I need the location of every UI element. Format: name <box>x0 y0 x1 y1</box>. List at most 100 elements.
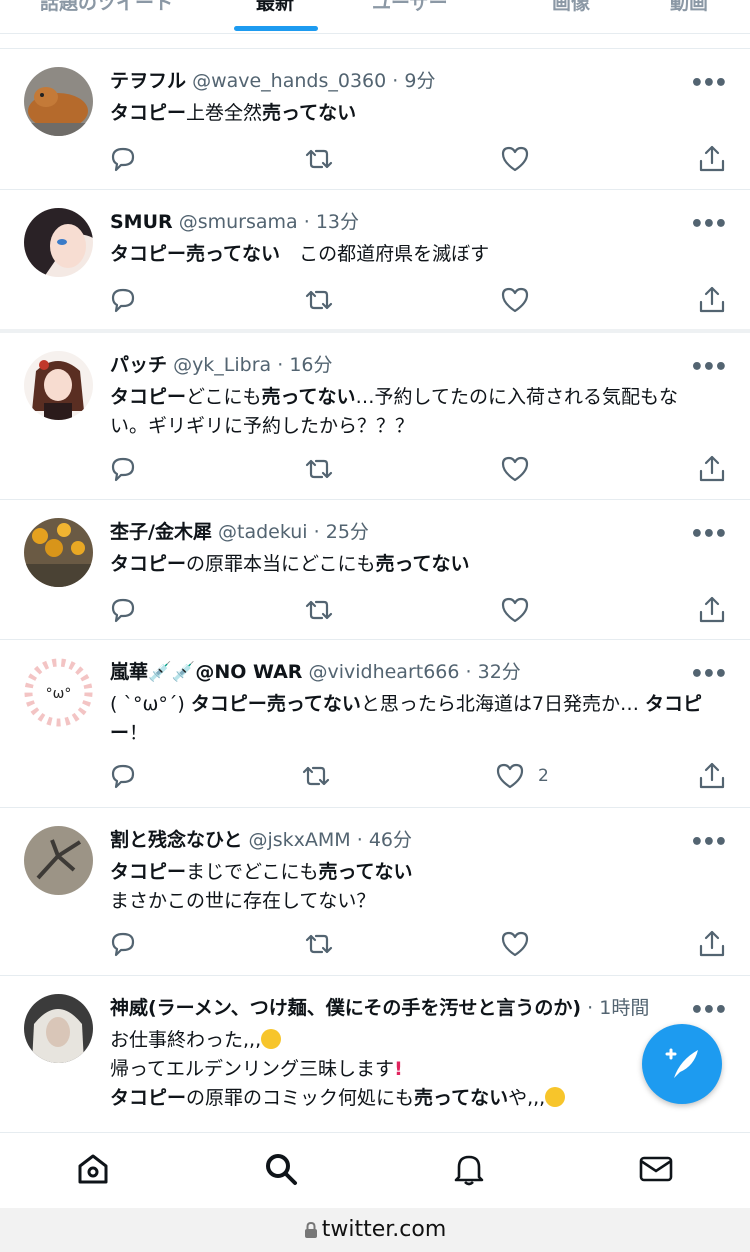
tweet-time[interactable]: 46分 <box>369 829 412 851</box>
reply-icon[interactable] <box>107 453 139 485</box>
tweet-time[interactable]: 25分 <box>326 521 369 543</box>
like-heart-icon[interactable] <box>499 284 531 316</box>
tweet-time[interactable]: 32分 <box>478 661 521 683</box>
tweet-text-line: お仕事終わった,,, <box>110 1026 720 1055</box>
tweet-text: タコピーの原罪本当にどこにも売ってない <box>110 550 720 579</box>
tweet-time[interactable]: 13分 <box>316 211 359 233</box>
tab-photos[interactable]: 画像 <box>552 0 590 15</box>
text-segment: ！ <box>129 722 149 744</box>
display-name[interactable]: SMUR <box>110 211 173 233</box>
active-tab-indicator <box>234 26 318 31</box>
more-options-icon[interactable]: ••• <box>690 998 728 1023</box>
retweet-icon[interactable] <box>303 594 335 626</box>
reply-icon[interactable] <box>107 928 139 960</box>
feather-plus-icon <box>665 1048 698 1078</box>
user-handle[interactable]: @smursama <box>179 211 298 233</box>
user-handle[interactable]: @vividheart666 <box>308 661 459 683</box>
tweet-text: タコピー上巻全然売ってない <box>110 99 720 128</box>
tweet-actions <box>0 284 750 316</box>
reply-icon[interactable] <box>107 760 139 792</box>
messages-envelope-icon[interactable] <box>638 1151 674 1187</box>
retweet-icon[interactable] <box>303 453 335 485</box>
search-icon[interactable] <box>263 1151 299 1187</box>
avatar[interactable] <box>24 208 93 277</box>
user-handle[interactable]: @wave_hands_0360 <box>192 70 386 92</box>
retweet-icon[interactable] <box>303 284 335 316</box>
share-icon[interactable] <box>696 143 728 175</box>
tweet[interactable]: パッチ @yk_Libra · 16分 ••• タコピーどこにも売ってない…予約… <box>0 329 750 499</box>
avatar[interactable] <box>24 518 93 587</box>
like-heart-icon[interactable] <box>499 453 531 485</box>
tweet[interactable]: 杢子/金木犀 @tadekui · 25分 ••• タコピーの原罪本当にどこにも… <box>0 499 750 639</box>
more-options-icon[interactable]: ••• <box>690 522 728 547</box>
like-heart-icon[interactable] <box>499 594 531 626</box>
like-heart-icon[interactable] <box>494 760 526 792</box>
tweet[interactable]: °ω° 嵐華💉💉@NO WAR @vividheart666 · 32分 •••… <box>0 639 750 807</box>
tab-top[interactable]: 話題のツイート <box>40 0 173 15</box>
more-options-icon[interactable]: ••• <box>690 830 728 855</box>
reply-icon[interactable] <box>107 284 139 316</box>
tweet-text: ( ˋ°ω°ˊ) タコピー売ってないと思ったら北海道は7日発売か… タコピ ー！ <box>110 690 720 748</box>
tab-people[interactable]: ユーザー <box>372 0 448 15</box>
highlighted-keyword: 売ってない <box>414 1087 509 1109</box>
user-handle[interactable]: @yk_Libra <box>173 354 271 376</box>
more-options-icon[interactable]: ••• <box>690 71 728 96</box>
user-handle[interactable]: @tadekui <box>218 521 308 543</box>
retweet-icon[interactable] <box>300 760 332 792</box>
tweet-text: タコピーまじでどこにも売ってない まさかこの世に存在してない？ <box>110 858 720 916</box>
tweet-actions <box>0 143 750 175</box>
tweet-text-line: タコピー上巻全然売ってない <box>110 99 720 128</box>
tweet-time[interactable]: 9分 <box>404 70 435 92</box>
more-options-icon[interactable]: ••• <box>690 212 728 237</box>
tweet[interactable]: テヲフル @wave_hands_0360 · 9分 ••• タコピー上巻全然売… <box>0 48 750 189</box>
display-name[interactable]: テヲフル <box>110 70 186 92</box>
like-count: 2 <box>538 766 549 786</box>
share-icon[interactable] <box>696 594 728 626</box>
reply-icon[interactable] <box>107 594 139 626</box>
bottom-navigation <box>0 1132 750 1208</box>
share-icon[interactable] <box>696 453 728 485</box>
tweet-text-line: まさかこの世に存在してない？ <box>110 887 720 916</box>
more-options-icon[interactable]: ••• <box>690 355 728 380</box>
like-heart-icon[interactable] <box>499 928 531 960</box>
compose-tweet-button[interactable] <box>642 1024 722 1104</box>
tweet-time[interactable]: 16分 <box>289 354 332 376</box>
display-name[interactable]: 杢子/金木犀 <box>110 521 212 543</box>
retweet-icon[interactable] <box>303 928 335 960</box>
tweet-time[interactable]: 1時間 <box>599 997 649 1019</box>
avatar[interactable]: °ω° <box>24 658 93 727</box>
share-icon[interactable] <box>696 284 728 316</box>
highlighted-keyword: タコピー売ってない <box>110 243 281 265</box>
display-name[interactable]: 神威(ラーメン、つけ麺、僕にその手を汚せと言うのか) <box>110 997 581 1019</box>
share-icon[interactable] <box>696 760 728 792</box>
tab-videos[interactable]: 動画 <box>670 0 708 15</box>
text-segment: ( ˋ°ω°ˊ) <box>110 693 191 715</box>
highlighted-keyword: タコピ <box>645 693 703 715</box>
avatar[interactable] <box>24 826 93 895</box>
notifications-bell-icon[interactable] <box>451 1151 487 1187</box>
browser-url-bar[interactable]: twitter.com <box>0 1208 750 1252</box>
avatar[interactable] <box>24 67 93 136</box>
display-name[interactable]: パッチ <box>110 354 167 376</box>
avatar[interactable] <box>24 994 93 1063</box>
tab-latest[interactable]: 最新 <box>256 0 294 15</box>
tweet[interactable]: SMUR @smursama · 13分 ••• タコピー売ってない この都道府… <box>0 189 750 329</box>
display-name[interactable]: 割と残念なひと <box>110 829 242 851</box>
tweet-text: タコピーどこにも売ってない…予約してたのに入荷される気配もな い。ギリギリに予約し… <box>110 383 720 441</box>
like-heart-icon[interactable] <box>499 143 531 175</box>
tweet-header: パッチ @yk_Libra · 16分 <box>110 354 333 376</box>
text-segment: 上巻全然 <box>186 102 263 124</box>
reply-icon[interactable] <box>107 143 139 175</box>
share-icon[interactable] <box>696 928 728 960</box>
tweet[interactable]: 割と残念なひと @jskxAMM · 46分 ••• タコピーまじでどこにも売っ… <box>0 807 750 975</box>
retweet-icon[interactable] <box>303 143 335 175</box>
highlighted-keyword: タコピー <box>110 1087 187 1109</box>
user-handle[interactable]: @jskxAMM <box>248 829 350 851</box>
more-options-icon[interactable]: ••• <box>690 662 728 687</box>
tweet-feed: テヲフル @wave_hands_0360 · 9分 ••• タコピー上巻全然売… <box>0 48 750 1175</box>
tweet-text: お仕事終わった,,, 帰ってエルデンリング三昧します! タコピーの原罪のコミック何処… <box>110 1026 720 1113</box>
display-name[interactable]: 嵐華💉💉@NO WAR <box>110 661 302 683</box>
home-icon[interactable] <box>75 1151 111 1187</box>
avatar[interactable] <box>24 351 93 420</box>
tweet-text-line: タコピーの原罪本当にどこにも売ってない <box>110 550 720 579</box>
